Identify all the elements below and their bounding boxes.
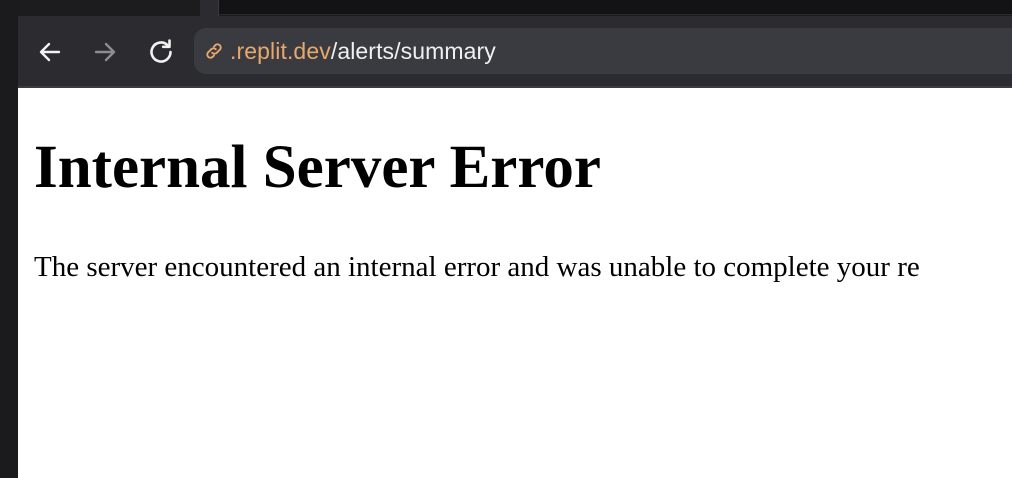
address-bar[interactable]: .replit.dev/alerts/summary [194,28,1012,74]
active-tab-edge[interactable] [200,0,219,16]
forward-arrow-icon [94,42,116,62]
link-icon[interactable] [202,39,226,63]
window-edge [0,0,18,478]
back-button[interactable] [34,36,66,68]
browser-toolbar: .replit.dev/alerts/summary [18,16,1012,86]
back-arrow-icon [39,42,61,62]
inactive-tab-area[interactable] [219,0,1012,15]
page-content: Internal Server Error The server encount… [18,88,1012,478]
error-message: The server encountered an internal error… [34,251,920,283]
browser-window: .replit.dev/alerts/summary Internal Serv… [0,0,1012,478]
reload-button[interactable] [145,36,177,68]
page-title: Internal Server Error [34,134,601,201]
forward-button[interactable] [89,36,121,68]
reload-icon [150,39,172,63]
url-domain: .replit.dev [230,37,331,64]
url-path: /alerts/summary [330,37,496,64]
url-text[interactable]: .replit.dev/alerts/summary [230,38,496,65]
